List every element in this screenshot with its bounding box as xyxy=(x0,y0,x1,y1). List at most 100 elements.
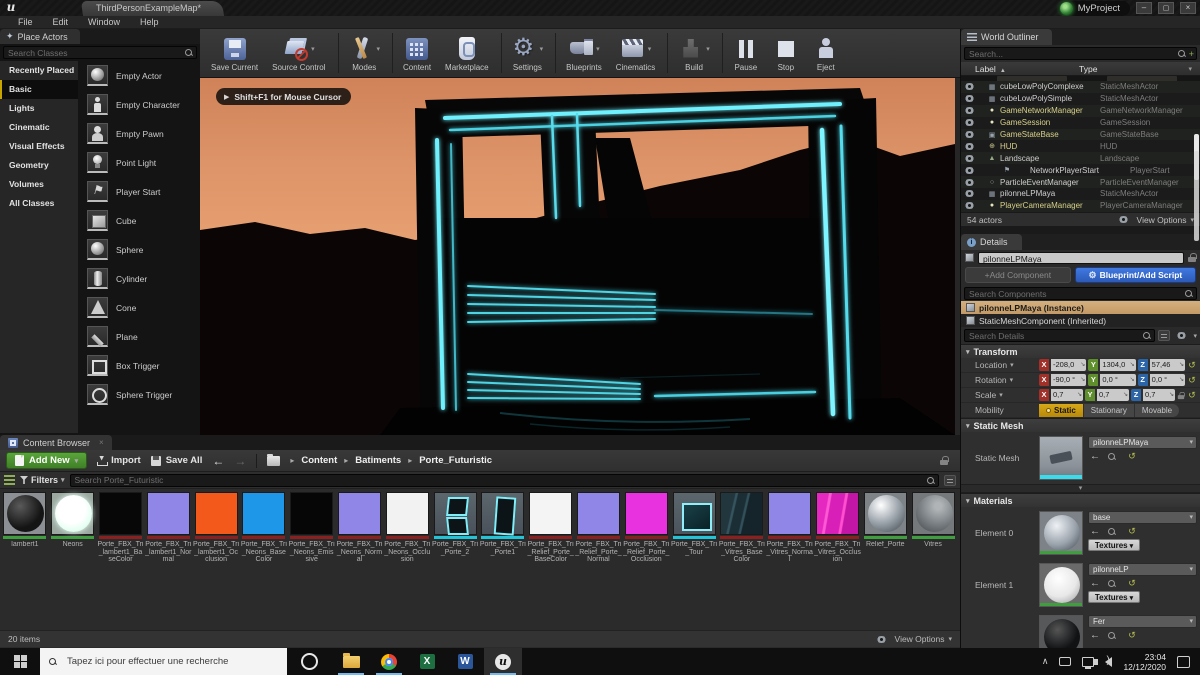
cortana-icon[interactable] xyxy=(301,653,318,670)
notification-center-icon[interactable] xyxy=(1177,655,1190,668)
mobility-option[interactable]: Stationary xyxy=(1083,403,1134,417)
column-label[interactable]: Label xyxy=(975,64,996,74)
value-z-field[interactable]: 0,0 ° xyxy=(1149,374,1185,386)
value-x-field[interactable]: 0,7 xyxy=(1051,389,1083,401)
reset-to-default-icon[interactable] xyxy=(1127,578,1137,589)
add-new-button[interactable]: Add New xyxy=(6,452,88,469)
mobility-option[interactable]: Movable xyxy=(1134,403,1180,417)
taskbar-unreal-engine[interactable] xyxy=(484,648,522,675)
sources-panel-icon[interactable] xyxy=(4,475,15,485)
chevron-down-icon[interactable] xyxy=(1010,376,1014,384)
column-type[interactable]: Type xyxy=(1079,64,1188,74)
outliner-row[interactable]: cubeLowPolyComplexe StaticMeshActor xyxy=(961,81,1200,93)
asset-thumbnail[interactable] xyxy=(576,492,620,535)
back-button[interactable] xyxy=(212,454,224,468)
lock-icon[interactable] xyxy=(1188,253,1197,262)
asset-thumbnail[interactable] xyxy=(481,492,525,535)
save-all-button[interactable]: Save All xyxy=(150,455,202,466)
category-item[interactable]: Geometry xyxy=(0,156,78,175)
place-actor-item[interactable]: Cone xyxy=(78,293,200,322)
place-actor-item[interactable]: Box Trigger xyxy=(78,351,200,380)
asset-thumbnail[interactable] xyxy=(385,492,429,535)
chevron-down-icon[interactable] xyxy=(596,45,600,53)
material-combo[interactable]: pilonneLP xyxy=(1088,563,1197,576)
visibility-eye-icon[interactable] xyxy=(964,178,975,186)
value-y-field[interactable]: 0,0 ° xyxy=(1100,374,1136,386)
outliner-view-options[interactable]: View Options xyxy=(1115,215,1194,225)
outliner-row[interactable]: NetworkPlayerStart PlayerStart xyxy=(961,164,1200,176)
outliner-search-input[interactable]: Search... xyxy=(964,47,1197,60)
asset-thumbnail[interactable] xyxy=(51,492,95,535)
asset-thumbnail[interactable] xyxy=(672,492,716,535)
taskbar-clock[interactable]: 23:04 12/12/2020 xyxy=(1123,652,1166,672)
visibility-eye-icon[interactable] xyxy=(964,131,975,138)
toolbar-button[interactable]: Eject xyxy=(806,33,846,73)
toolbar-button[interactable]: Build xyxy=(671,33,723,73)
chevron-down-icon[interactable] xyxy=(999,391,1003,399)
add-component-button[interactable]: +Add Component xyxy=(965,267,1071,283)
chevron-down-icon[interactable] xyxy=(540,45,544,53)
transform-label[interactable]: Scale xyxy=(975,390,996,400)
reset-to-default-icon[interactable] xyxy=(1187,360,1197,371)
asset-thumbnail[interactable] xyxy=(863,492,907,535)
mobility-option[interactable]: Static xyxy=(1039,403,1083,417)
place-actor-item[interactable]: Cube xyxy=(78,206,200,235)
save-search-icon[interactable] xyxy=(944,474,956,486)
disclosure-triangle-icon[interactable] xyxy=(966,422,970,430)
place-actor-item[interactable]: Sphere Trigger xyxy=(78,380,200,409)
transform-label[interactable]: Rotation xyxy=(975,375,1007,385)
asset-thumbnail[interactable] xyxy=(290,492,334,535)
visibility-eye-icon[interactable] xyxy=(964,142,975,150)
asset-thumbnail[interactable] xyxy=(337,492,381,535)
menu-item[interactable]: Help xyxy=(130,17,169,27)
reset-to-default-icon[interactable] xyxy=(1187,375,1197,386)
property-matrix-icon[interactable] xyxy=(1158,330,1171,341)
content-search-input[interactable]: Search Porte_Futuristic xyxy=(69,473,939,487)
outliner-row[interactable]: ParticleEventManager ParticleEventManage… xyxy=(961,176,1200,189)
start-button[interactable] xyxy=(0,648,40,675)
outliner-row[interactable]: GameNetworkManager GameNetworkManager xyxy=(961,104,1200,117)
import-button[interactable]: Import xyxy=(97,455,141,466)
tab-place-actors[interactable]: Place Actors xyxy=(0,29,80,44)
menu-item[interactable]: Edit xyxy=(43,17,79,27)
static-mesh-thumbnail[interactable] xyxy=(1039,436,1083,480)
details-scrollbar[interactable] xyxy=(1194,151,1199,241)
place-actor-item[interactable]: Sphere xyxy=(78,235,200,264)
section-splitter[interactable] xyxy=(961,484,1200,493)
category-item[interactable]: Lights xyxy=(0,99,78,118)
asset-thumbnail[interactable] xyxy=(720,492,764,535)
toolbar-button[interactable]: Marketplace xyxy=(438,33,502,73)
asset-tile[interactable]: Porte_FBX_Tri_Neons_Emissive xyxy=(288,491,336,630)
asset-thumbnail[interactable] xyxy=(624,492,668,535)
section-transform[interactable]: Transform xyxy=(961,344,1200,358)
toolbar-button[interactable]: Source Control xyxy=(265,33,339,73)
blueprint-add-script-button[interactable]: Blueprint/Add Script xyxy=(1074,267,1196,283)
content-view-options[interactable]: View Options xyxy=(873,634,952,644)
section-static-mesh[interactable]: Static Mesh xyxy=(961,418,1200,432)
material-thumbnail[interactable] xyxy=(1039,563,1083,607)
component-row[interactable]: pilonneLPMaya (Instance) xyxy=(961,301,1200,314)
material-thumbnail[interactable] xyxy=(1039,511,1083,555)
close-icon[interactable] xyxy=(99,438,104,447)
toolbar-button[interactable]: Cinematics xyxy=(609,33,669,73)
details-view-options[interactable] xyxy=(1173,332,1197,340)
filters-button[interactable]: Filters xyxy=(20,475,65,485)
asset-thumbnail[interactable] xyxy=(815,492,859,535)
value-y-field[interactable]: 0,7 xyxy=(1097,389,1129,401)
scale-lock-icon[interactable] xyxy=(1177,391,1185,399)
browse-icon[interactable] xyxy=(1108,453,1115,460)
close-button[interactable] xyxy=(1180,2,1196,14)
breadcrumb-item[interactable]: Porte_Futuristic xyxy=(419,455,492,466)
search-classes-input[interactable]: Search Classes xyxy=(3,46,197,59)
asset-thumbnail[interactable] xyxy=(98,492,142,535)
asset-tile[interactable]: Porte_FBX_Tri_Relief_Porte_Occlusion xyxy=(622,491,670,630)
tab-content-browser[interactable]: Content Browser xyxy=(0,435,112,450)
taskbar-chrome[interactable] xyxy=(370,648,408,675)
tab-world-outliner[interactable]: World Outliner xyxy=(961,29,1053,45)
asset-tile[interactable]: Relief_Porte xyxy=(861,491,909,630)
network-icon[interactable] xyxy=(1082,656,1095,669)
outliner-column-header[interactable]: Label Type xyxy=(961,62,1200,76)
asset-tile[interactable]: Porte_FBX_Tri_Vitres_Occlusion xyxy=(814,491,862,630)
chevron-down-icon[interactable] xyxy=(706,45,710,53)
tray-device-icon[interactable] xyxy=(1059,657,1072,666)
